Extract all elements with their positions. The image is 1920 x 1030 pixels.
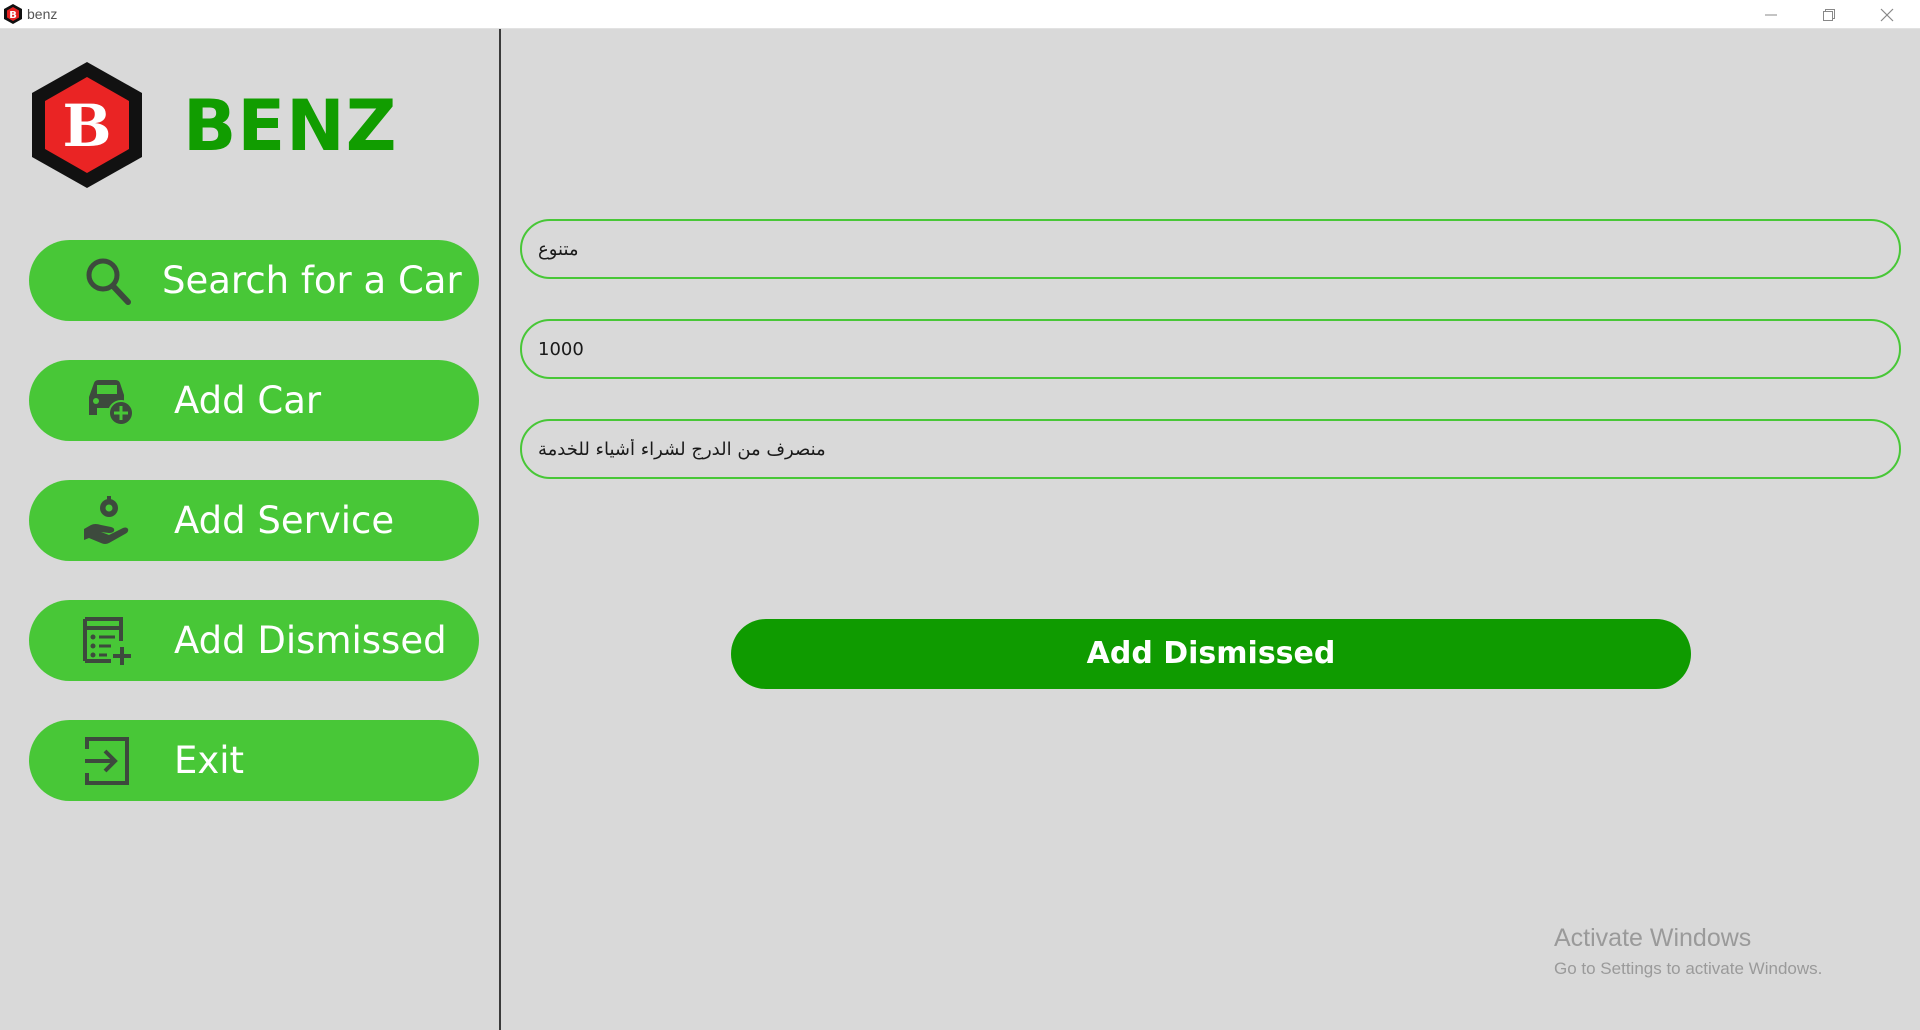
window-titlebar: B benz (0, 0, 1920, 29)
add-dismissed-nav-button[interactable]: Add Dismissed (29, 600, 479, 681)
add-car-button[interactable]: Add Car (29, 360, 479, 441)
watermark-subtitle: Go to Settings to activate Windows. (1554, 959, 1823, 978)
restore-button[interactable] (1800, 0, 1858, 29)
brand-logo-icon: B (32, 62, 142, 188)
app-logo-icon: B (4, 4, 22, 24)
window-title: benz (27, 6, 58, 22)
exit-label: Exit (174, 739, 245, 782)
amount-input[interactable] (520, 319, 1901, 379)
add-dismissed-submit-button[interactable]: Add Dismissed (731, 619, 1691, 689)
sidebar-divider (499, 29, 501, 1030)
brand-logo-letter: B (62, 92, 111, 160)
add-car-label: Add Car (174, 379, 322, 422)
search-car-button[interactable]: Search for a Car (29, 240, 479, 321)
watermark-title: Activate Windows (1554, 924, 1752, 952)
close-icon (1880, 8, 1894, 21)
close-button[interactable] (1858, 0, 1916, 29)
minimize-button[interactable] (1742, 0, 1800, 29)
restore-icon (1823, 8, 1835, 21)
description-input[interactable] (520, 419, 1901, 479)
app-logo-letter: B (9, 10, 17, 21)
activation-watermark: Activate Windows Go to Settings to activ… (1554, 924, 1822, 979)
search-car-label: Search for a Car (162, 259, 462, 302)
brand-name: BENZ (183, 85, 398, 167)
minimize-icon (1765, 14, 1777, 15)
add-service-button[interactable]: Add Service (29, 480, 479, 561)
exit-button[interactable]: Exit (29, 720, 479, 801)
add-service-label: Add Service (174, 499, 395, 542)
category-input[interactable] (520, 219, 1901, 279)
add-dismissed-nav-label: Add Dismissed (174, 619, 447, 662)
